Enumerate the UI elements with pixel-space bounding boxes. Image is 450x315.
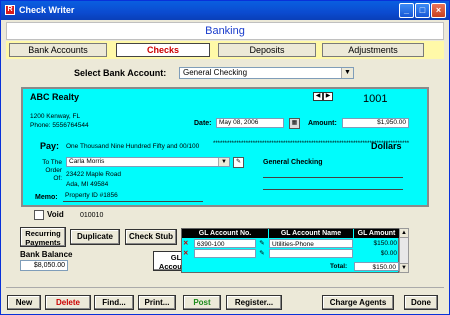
- payer-address: 1200 Kenway, FL: [30, 113, 81, 120]
- page-title: Banking: [6, 22, 444, 40]
- order-label: To The Order Of:: [42, 159, 62, 182]
- bank-balance-label: Bank Balance: [20, 250, 73, 259]
- check-writer-window: R Check Writer _ □ × Banking Bank Accoun…: [0, 0, 450, 315]
- pay-label: Pay:: [40, 141, 60, 151]
- account-select-row: Select Bank Account: General Checking ▼: [1, 67, 450, 81]
- check-number: 1001: [363, 93, 388, 105]
- check-panel: ABC Realty ◀ ▶ 1001 1200 Kenway, FL Phon…: [21, 87, 429, 207]
- gl-row-name[interactable]: Utilities-Phone: [269, 239, 353, 248]
- chevron-down-icon[interactable]: ▼: [341, 68, 353, 78]
- recurring-payments-button[interactable]: Recurring Payments: [20, 227, 66, 247]
- gl-row-amount[interactable]: $0.00: [354, 249, 399, 258]
- gl-header-amount: GL Amount: [354, 229, 399, 238]
- calendar-icon[interactable]: ▦: [289, 118, 300, 129]
- new-button[interactable]: New: [7, 295, 41, 310]
- gl-row-amount[interactable]: $150.00: [354, 239, 399, 248]
- dollars-label: Dollars: [371, 141, 402, 151]
- signature-line-1: [263, 177, 403, 178]
- tab-adjustments[interactable]: Adjustments: [322, 43, 424, 57]
- find-button[interactable]: Find...: [94, 295, 134, 310]
- pay-words: One Thousand Nine Hundred Fifty and 00/1…: [66, 143, 200, 150]
- app-icon: R: [5, 5, 15, 15]
- gl-total-label: Total:: [330, 263, 348, 270]
- gl-header-no: GL Account No.: [182, 229, 268, 238]
- gl-row-no[interactable]: 6390-100: [194, 239, 256, 248]
- date-field[interactable]: May 08, 2006: [216, 118, 284, 128]
- payee-address-2: Ada, MI 49584: [66, 181, 109, 188]
- payer-phone: Phone: 5556764544: [30, 122, 89, 129]
- payee-select[interactable]: Carla Morris ▼: [66, 157, 230, 167]
- gl-scrollbar[interactable]: ▲ ▼: [399, 228, 409, 273]
- delete-row-icon[interactable]: ✕: [183, 239, 191, 248]
- tab-bank-accounts[interactable]: Bank Accounts: [9, 43, 107, 57]
- memo-field[interactable]: Property ID #1856: [63, 192, 203, 202]
- gl-total-value: $150.00: [354, 262, 399, 271]
- next-check-icon[interactable]: ▶: [323, 92, 333, 101]
- delete-button[interactable]: Delete: [45, 295, 91, 310]
- micr-number: 010010: [79, 212, 104, 220]
- window-title: Check Writer: [19, 5, 75, 15]
- bottom-divider: [6, 287, 444, 288]
- edit-payee-icon[interactable]: ✎: [233, 157, 244, 168]
- void-label: Void: [47, 210, 64, 220]
- tab-deposits[interactable]: Deposits: [218, 43, 316, 57]
- amount-label: Amount:: [308, 120, 337, 127]
- gl-row-no[interactable]: [194, 249, 256, 258]
- memo-label: Memo:: [35, 194, 58, 201]
- chevron-down-icon[interactable]: ▼: [218, 158, 229, 166]
- gl-row-name[interactable]: [269, 249, 353, 258]
- prev-check-icon[interactable]: ◀: [313, 92, 323, 101]
- tab-checks[interactable]: Checks: [116, 43, 210, 57]
- minimize-button[interactable]: _: [399, 3, 414, 18]
- bank-account-value: General Checking: [183, 68, 248, 77]
- void-checkbox-row[interactable]: Void 010010: [34, 210, 103, 220]
- edit-gl-icon[interactable]: ✎: [258, 239, 266, 248]
- gl-header-name: GL Account Name: [269, 229, 353, 238]
- void-checkbox[interactable]: [34, 210, 44, 220]
- close-button[interactable]: ×: [431, 3, 446, 18]
- payee-address-1: 23422 Maple Road: [66, 171, 121, 178]
- signature-line-2: [263, 189, 403, 190]
- payee-company: ABC Realty: [30, 92, 80, 102]
- post-button[interactable]: Post: [183, 295, 221, 310]
- register-button[interactable]: Register...: [226, 295, 282, 310]
- edit-gl-icon[interactable]: ✎: [258, 249, 266, 258]
- date-label: Date:: [194, 120, 212, 127]
- bank-name: General Checking: [263, 159, 323, 166]
- check-stub-button[interactable]: Check Stub: [125, 229, 177, 245]
- payee-name: Carla Morris: [69, 158, 105, 165]
- scroll-up-icon[interactable]: ▲: [400, 229, 408, 238]
- gl-table: GL Account No. GL Account Name GL Amount…: [181, 228, 399, 273]
- bank-account-select[interactable]: General Checking ▼: [179, 67, 354, 79]
- duplicate-button[interactable]: Duplicate: [70, 229, 120, 245]
- title-bar: R Check Writer _ □ ×: [1, 1, 449, 20]
- select-account-label: Select Bank Account:: [74, 68, 167, 78]
- amount-field[interactable]: $1,950.00: [342, 118, 409, 128]
- scroll-down-icon[interactable]: ▼: [400, 263, 408, 272]
- delete-row-icon[interactable]: ✕: [183, 249, 191, 258]
- bank-balance-value: $8,050.00: [20, 260, 68, 271]
- tab-bar: Bank Accounts Checks Deposits Adjustment…: [6, 41, 444, 59]
- print-button[interactable]: Print...: [138, 295, 176, 310]
- maximize-button[interactable]: □: [415, 3, 430, 18]
- done-button[interactable]: Done: [404, 295, 438, 310]
- charge-agents-button[interactable]: Charge Agents: [322, 295, 394, 310]
